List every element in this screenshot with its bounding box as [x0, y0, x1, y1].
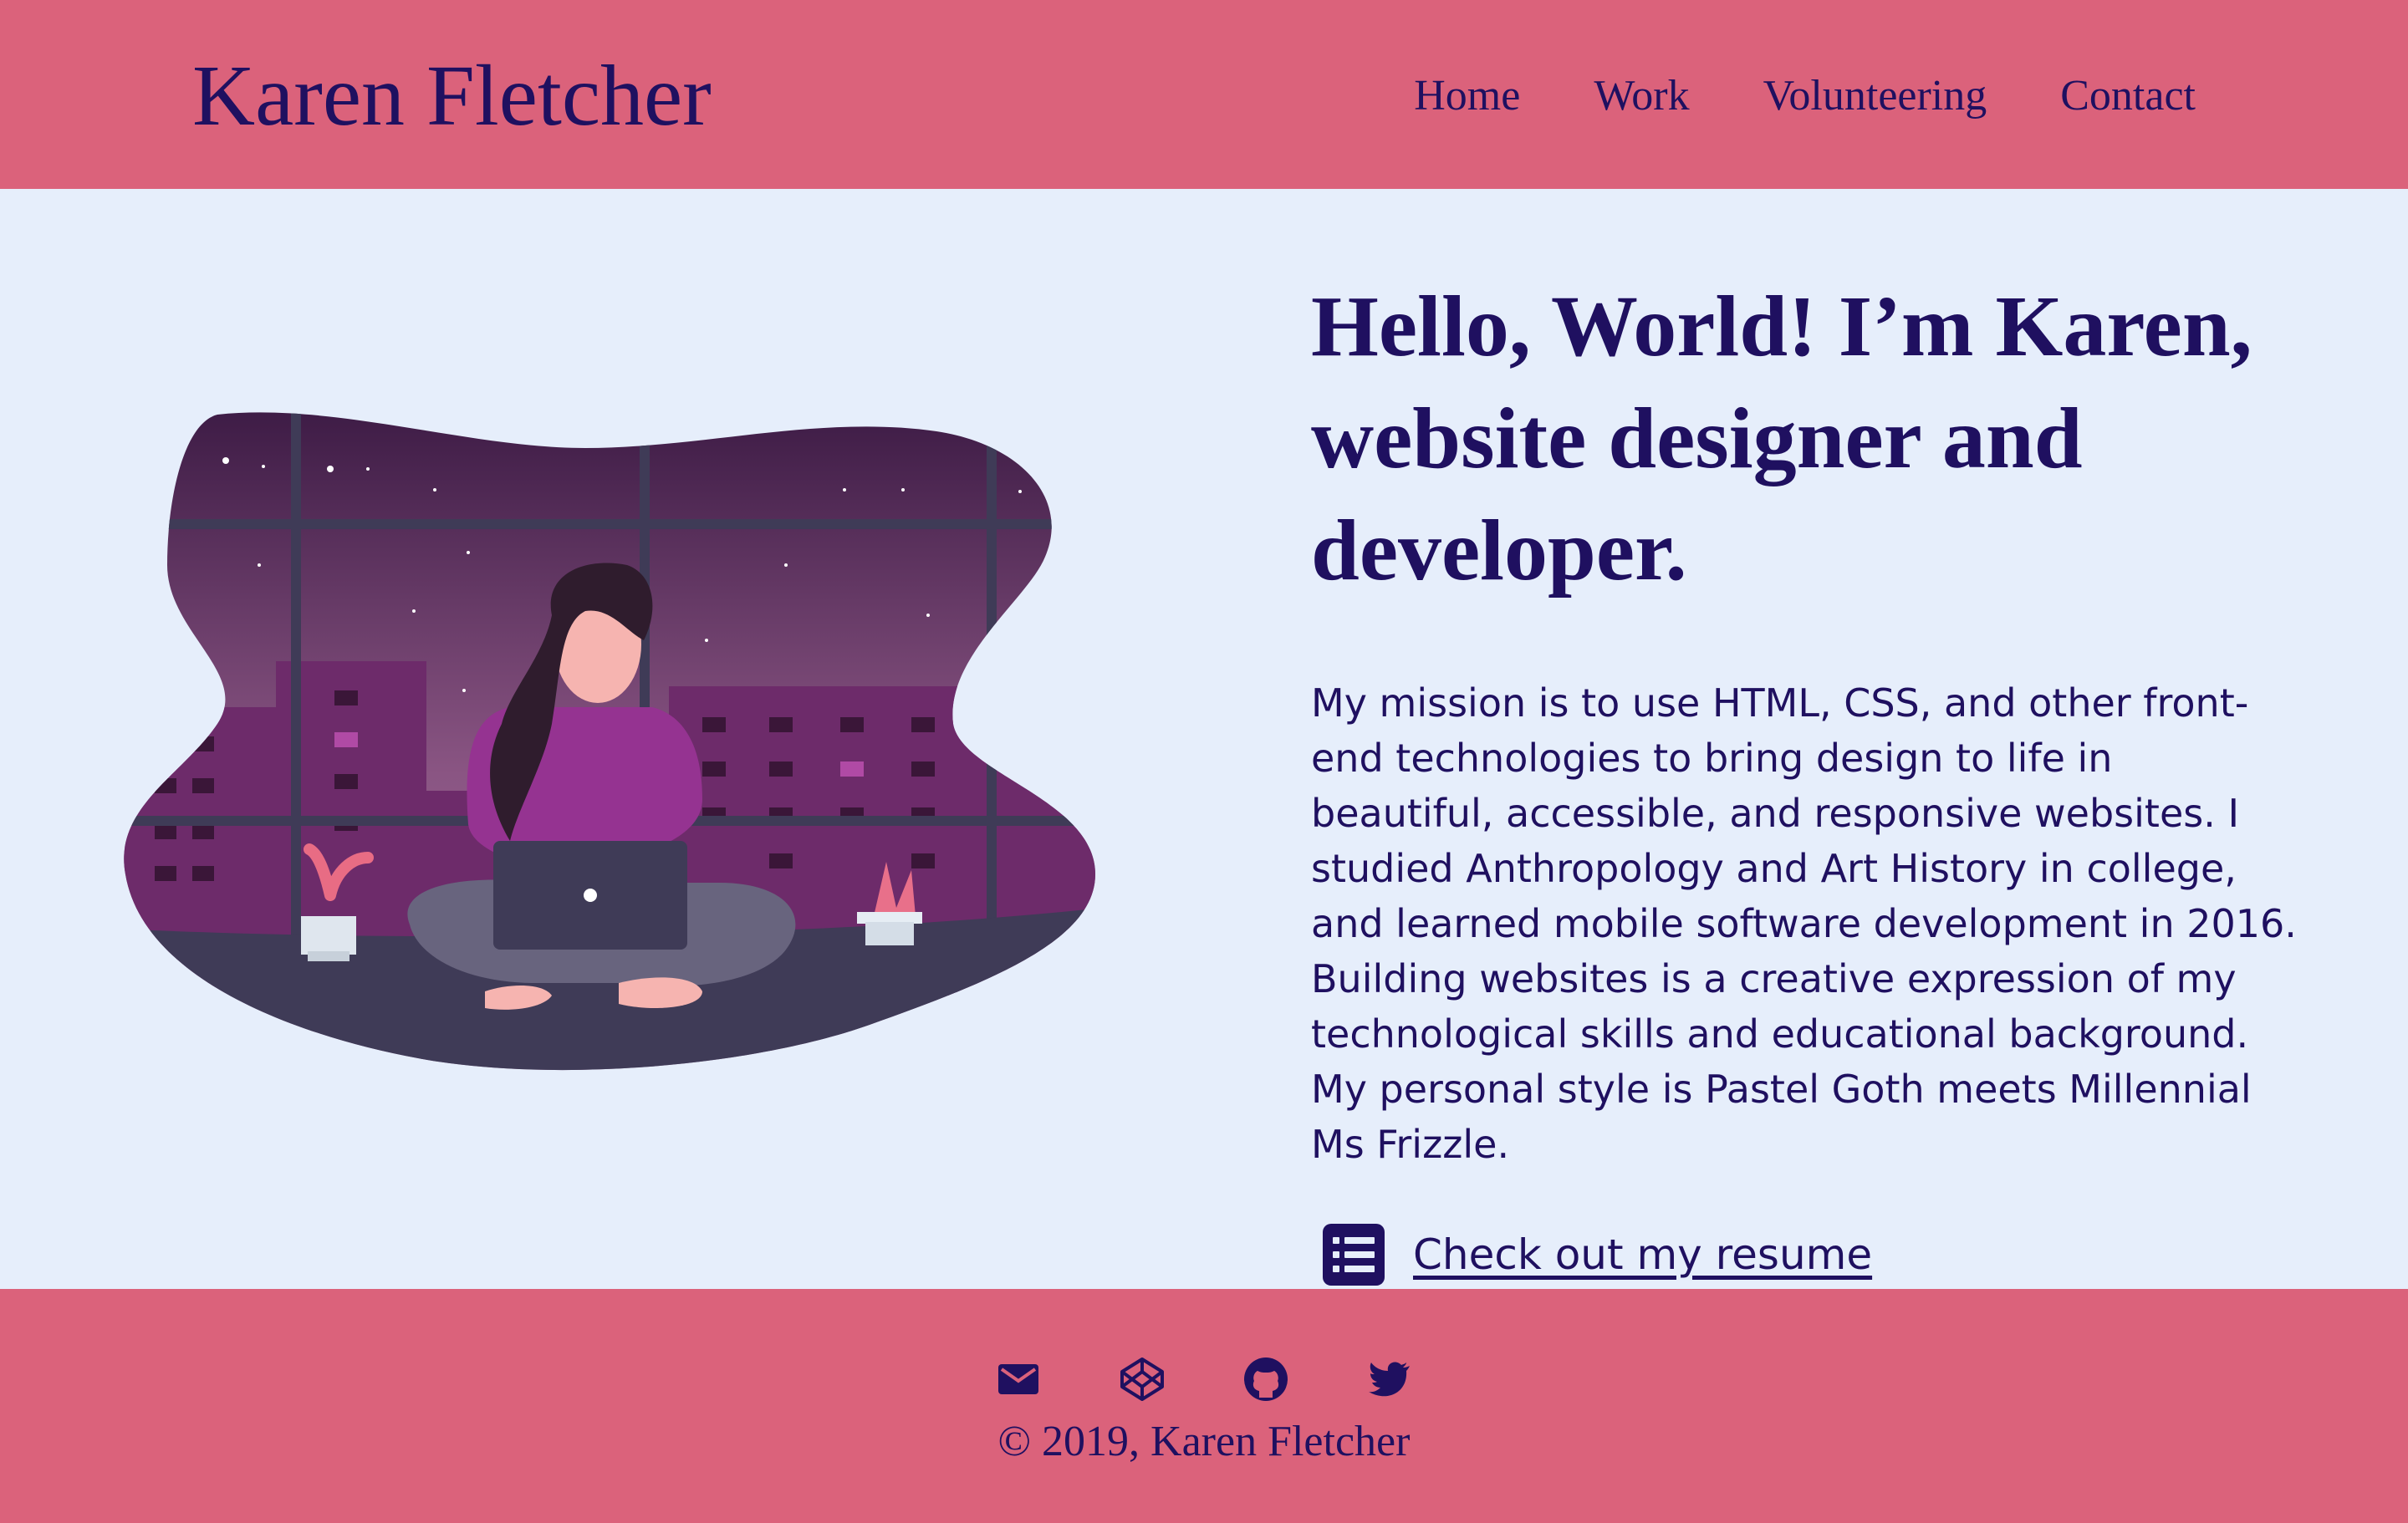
nav-home[interactable]: Home — [1414, 67, 1520, 125]
codepen-icon[interactable] — [1119, 1356, 1166, 1403]
intro: Hello, World! I’m Karen, website designe… — [1311, 271, 2298, 1286]
hero-section: Hello, World! I’m Karen, website designe… — [0, 189, 2408, 1289]
main-nav: Home Work Volunteering Contact — [1414, 67, 2196, 125]
twitter-icon[interactable] — [1366, 1356, 1413, 1403]
woman-with-laptop-illustration — [124, 412, 1095, 1071]
nav-volunteering[interactable]: Volunteering — [1763, 67, 1987, 125]
site-footer: © 2019, Karen Fletcher — [0, 1289, 2408, 1523]
nav-contact[interactable]: Contact — [2060, 67, 2196, 125]
list-icon — [1323, 1224, 1385, 1286]
site-title[interactable]: Karen Fletcher — [192, 42, 712, 150]
resume-link[interactable]: Check out my resume — [1413, 1230, 1872, 1279]
resume-link-row[interactable]: Check out my resume — [1311, 1224, 2298, 1286]
copyright-text: © 2019, Karen Fletcher — [997, 1418, 1411, 1465]
site-header: Karen Fletcher Home Work Volunteering Co… — [0, 0, 2408, 189]
mission-text: My mission is to use HTML, CSS, and othe… — [1311, 680, 2297, 1167]
github-icon[interactable] — [1242, 1356, 1289, 1403]
social-links — [0, 1356, 2408, 1403]
email-icon[interactable] — [995, 1356, 1042, 1403]
nav-work[interactable]: Work — [1594, 67, 1689, 125]
page-title: Hello, World! I’m Karen, website designe… — [1311, 278, 2252, 599]
